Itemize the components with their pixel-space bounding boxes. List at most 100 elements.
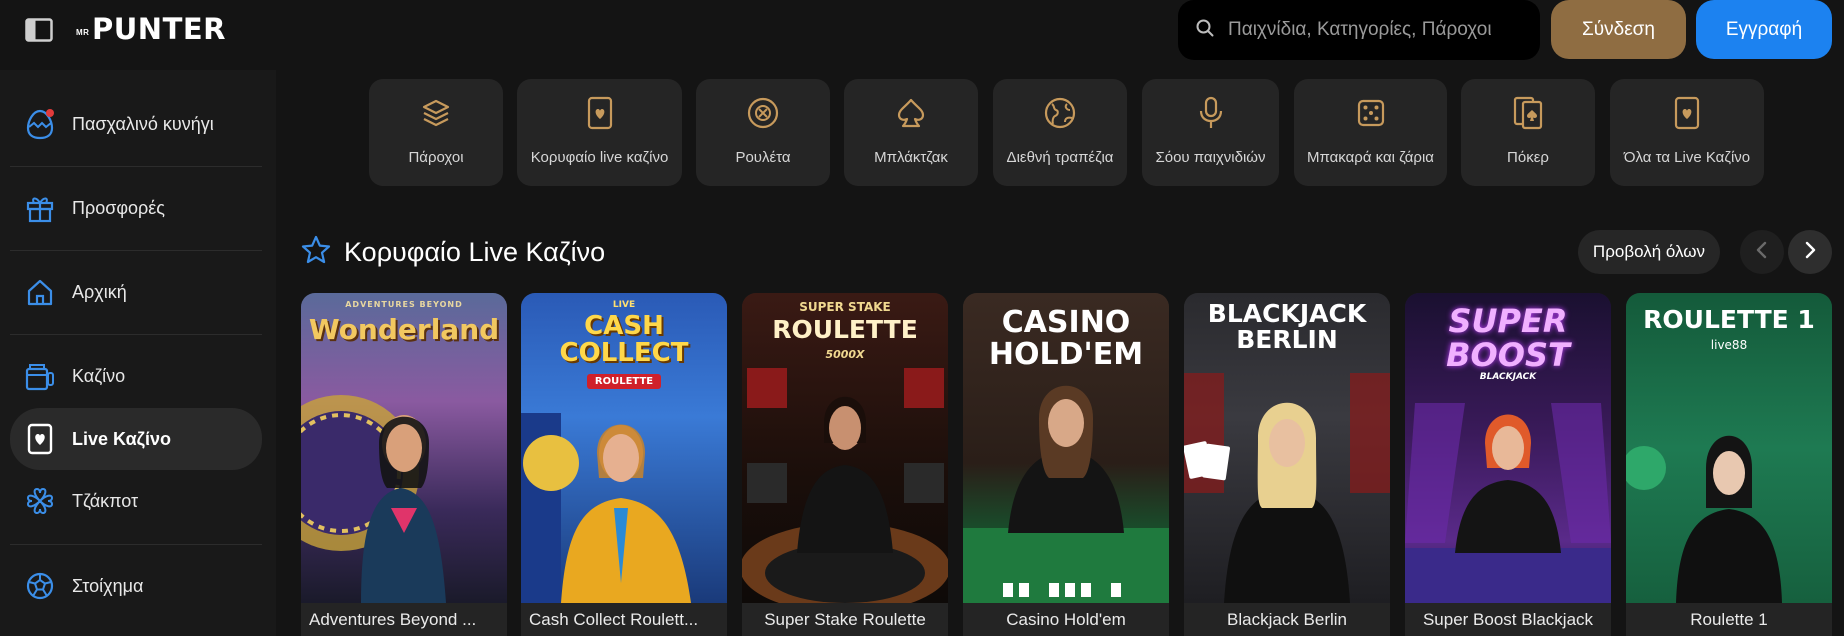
game-title: Adventures Beyond ... <box>301 603 507 636</box>
game-art-title: CASINO HOLD'EM <box>988 305 1144 372</box>
carousel-next-button[interactable] <box>1788 230 1832 274</box>
game-card[interactable]: SUPER STAKE ROULETTE 5000X Super Stake R… <box>742 293 948 636</box>
category-game-shows[interactable]: Σόου παιχνιδιών <box>1142 79 1279 186</box>
chevron-right-icon <box>1803 241 1817 264</box>
live-card-icon <box>24 423 56 455</box>
game-art-subtitle: LIVE <box>612 300 636 310</box>
category-blackjack[interactable]: Μπλάκτζακ <box>844 79 978 186</box>
game-art-tag: BLACKJACK <box>1479 372 1537 382</box>
category-label: Μπακαρά και ζάρια <box>1307 149 1434 166</box>
game-thumbnail: CASINO HOLD'EM <box>963 293 1169 603</box>
category-international-tables[interactable]: Διεθνή τραπέζια <box>993 79 1127 186</box>
sidebar-item-label: Καζίνο <box>72 365 126 386</box>
category-all-live-casino[interactable]: Όλα τα Live Καζίνο <box>1610 79 1764 186</box>
search-box[interactable] <box>1178 0 1540 60</box>
search-icon <box>1196 19 1214 42</box>
sidebar-divider <box>10 166 262 167</box>
category-label: Όλα τα Live Καζίνο <box>1623 149 1751 166</box>
spade-icon <box>893 95 929 131</box>
category-label: Πάροχοι <box>408 149 464 166</box>
layers-icon <box>418 95 454 131</box>
sidebar-item-label: Αρχική <box>72 281 127 302</box>
game-thumbnail: BLACKJACK BERLIN <box>1184 293 1390 603</box>
game-card[interactable]: LIVE CASH COLLECT ROULETTE Cash Collect … <box>521 293 727 636</box>
game-art-tag: 5000X <box>825 348 865 361</box>
game-title: Blackjack Berlin <box>1184 603 1390 636</box>
login-button[interactable]: Σύνδεση <box>1551 0 1686 59</box>
game-art-title: SUPER BOOST <box>1446 302 1570 374</box>
sidebar-divider <box>10 250 262 251</box>
search-input[interactable] <box>1228 19 1508 41</box>
sidebar-item-casino[interactable]: Καζίνο <box>10 345 262 407</box>
logo-prefix: MR <box>76 28 90 37</box>
section-header: Κορυφαίο Live Καζίνο <box>300 230 605 274</box>
category-label: Πόκερ <box>1507 149 1549 166</box>
game-art-title: BLACKJACK BERLIN <box>1207 299 1367 355</box>
sidebar-item-label: Live Καζίνο <box>72 428 171 449</box>
game-art-title: ROULETTE <box>772 315 918 344</box>
game-art-tag: live88 <box>1710 338 1748 352</box>
category-top-live-casino[interactable]: Κορυφαίο live καζίνο <box>517 79 682 186</box>
game-title: Super Stake Roulette <box>742 603 948 636</box>
globe-icon <box>1042 95 1078 131</box>
sidebar-item-jackpot[interactable]: Τζάκποτ <box>10 470 262 532</box>
microphone-icon <box>1193 95 1229 131</box>
roulette-icon <box>745 95 781 131</box>
category-baccarat-dice[interactable]: Μπακαρά και ζάρια <box>1294 79 1447 186</box>
jackpot-clover-icon <box>24 485 56 517</box>
sidebar-item-easter-hunt[interactable]: Πασχαλινό κυνήγι <box>10 93 262 155</box>
sidebar-item-label: Τζάκποτ <box>72 490 139 511</box>
sidebar-item-label: Στοίχημα <box>72 575 144 596</box>
game-thumbnail: LIVE CASH COLLECT ROULETTE <box>521 293 727 603</box>
easter-egg-icon <box>24 108 56 140</box>
sidebar-item-promotions[interactable]: Προσφορές <box>10 177 262 239</box>
sidebar-item-betting[interactable]: Στοίχημα <box>10 555 262 617</box>
category-label: Σόου παιχνιδιών <box>1155 149 1266 166</box>
game-art-title: ROULETTE 1 <box>1643 305 1815 334</box>
star-icon <box>300 234 332 271</box>
sidebar-item-label: Προσφορές <box>72 197 165 218</box>
site-logo[interactable]: MR PUNTER <box>76 12 226 46</box>
sidebar-item-live-casino[interactable]: Live Καζίνο <box>10 408 262 470</box>
register-button[interactable]: Εγγραφή <box>1696 0 1832 59</box>
soccer-ball-icon <box>24 570 56 602</box>
game-title: Super Boost Blackjack <box>1405 603 1611 636</box>
sidebar-item-home[interactable]: Αρχική <box>10 261 262 323</box>
chevron-left-icon <box>1755 241 1769 264</box>
card-heart-icon <box>1669 95 1705 131</box>
game-card[interactable]: CASINO HOLD'EM Casino Hold'em <box>963 293 1169 636</box>
gift-icon <box>24 192 56 224</box>
carousel-prev-button[interactable] <box>1740 230 1784 274</box>
category-label: Μπλάκτζακ <box>874 149 948 166</box>
game-art-tag: ROULETTE <box>521 374 727 389</box>
game-thumbnail: ADVENTURES BEYOND Wonderland <box>301 293 507 603</box>
game-art-title: Wonderland <box>308 313 500 346</box>
game-card[interactable]: ADVENTURES BEYOND Wonderland Adventures … <box>301 293 507 636</box>
game-card[interactable]: SUPER BOOST BLACKJACK Super Boost Blackj… <box>1405 293 1611 636</box>
category-providers[interactable]: Πάροχοι <box>369 79 503 186</box>
category-label: Ρουλέτα <box>735 149 791 166</box>
sidebar-toggle-icon[interactable] <box>24 16 54 44</box>
sidebar-divider <box>10 544 262 545</box>
category-label: Διεθνή τραπέζια <box>1006 149 1114 166</box>
game-thumbnail: SUPER STAKE ROULETTE 5000X <box>742 293 948 603</box>
game-thumbnail: SUPER BOOST BLACKJACK <box>1405 293 1611 603</box>
logo-text: PUNTER <box>92 12 226 46</box>
game-title: Cash Collect Roulett... <box>521 603 727 636</box>
section-title: Κορυφαίο Live Καζίνο <box>344 236 606 267</box>
card-heart-icon <box>582 95 618 131</box>
game-title: Casino Hold'em <box>963 603 1169 636</box>
casino-icon <box>24 360 56 392</box>
game-art-title: CASH COLLECT <box>559 311 689 369</box>
home-icon <box>24 276 56 308</box>
game-card[interactable]: ROULETTE 1 live88 Roulette 1 <box>1626 293 1832 636</box>
view-all-button[interactable]: Προβολή όλων <box>1578 230 1720 274</box>
game-card[interactable]: BLACKJACK BERLIN Blackjack Berlin <box>1184 293 1390 636</box>
game-art-subtitle: ADVENTURES BEYOND <box>345 300 463 309</box>
category-poker[interactable]: Πόκερ <box>1461 79 1595 186</box>
top-header: MR PUNTER Σύνδεση Εγγραφή <box>0 0 1844 62</box>
dice-icon <box>1353 95 1389 131</box>
game-thumbnail: ROULETTE 1 live88 <box>1626 293 1832 603</box>
category-roulette[interactable]: Ρουλέτα <box>696 79 830 186</box>
game-art-subtitle: SUPER STAKE <box>799 300 891 314</box>
